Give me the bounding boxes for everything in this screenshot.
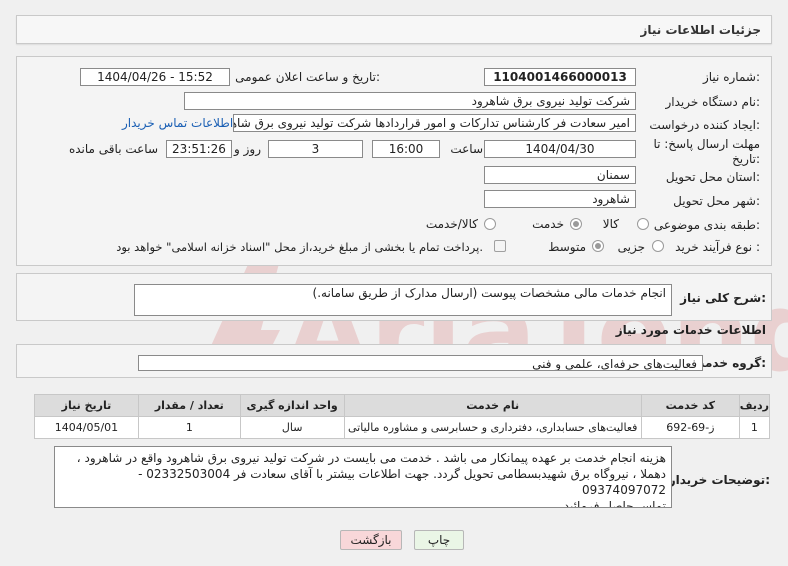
radio-medium[interactable] [592, 240, 604, 252]
col-qty: تعداد / مقدار [137, 394, 241, 417]
treasury-checkbox[interactable] [494, 240, 506, 252]
services-table: ردیف کد خدمت نام خدمت واحد اندازه گیری ت… [34, 394, 771, 439]
purchase-type-label: نوع فرآیند خرید : [675, 240, 760, 254]
deadline-time-label: ساعت [450, 142, 483, 156]
buyer-org-label: نام دستگاه خریدار: [665, 95, 761, 109]
radio-goods-service[interactable] [484, 218, 496, 230]
radio-goods-service-label: کالا/خدمت [425, 217, 478, 231]
back-button[interactable]: بازگشت [340, 530, 402, 550]
treasury-note: پرداخت تمام یا بخشی از مبلغ خرید،از محل … [116, 240, 483, 254]
page-title: جزئیات اطلاعات نیاز [640, 23, 761, 37]
col-name: نام خدمت [343, 394, 642, 417]
deadline-label: مهلت ارسال پاسخ: تا تاریخ: [653, 137, 760, 166]
cell-unit: سال [239, 416, 345, 439]
buyer-notes-field: هزینه انجام خدمت بر عهده پیمانکار می باش… [54, 446, 672, 508]
buyer-notes-line: تماس حاصل فرمائید. [559, 499, 666, 508]
description-field: انجام خدمات مالی مشخصات پیوست (ارسال مدا… [134, 284, 672, 316]
service-group-label: گروه خدمت: [692, 356, 766, 370]
print-button[interactable]: چاپ [414, 530, 464, 550]
cell-qty: 1 [137, 416, 241, 439]
city-label: شهر محل تحویل: [673, 194, 760, 208]
cell-name: فعالیت‌های حسابداری، دفترداری و حسابرسی … [343, 416, 642, 439]
radio-minor[interactable] [652, 240, 664, 252]
radio-medium-label: متوسط [548, 240, 586, 254]
requester-field: امیر سعادت فر کارشناس تدارکات و امور قرا… [233, 114, 636, 132]
col-code: کد خدمت [640, 394, 740, 417]
province-field: سمنان [484, 166, 636, 184]
remaining-time-field: 23:51:26 [166, 140, 232, 158]
table-row: 1 ز-69-692 فعالیت‌های حسابداری، دفترداری… [34, 416, 771, 439]
days-field: 3 [268, 140, 363, 158]
radio-goods[interactable] [637, 218, 649, 230]
service-group-field: فعالیت‌های حرفه‌ای، علمی و فنی [138, 355, 703, 371]
need-number-field: 1104001466000013 [484, 68, 636, 86]
buyer-notes-line: هزینه انجام خدمت بر عهده پیمانکار می باش… [76, 451, 666, 465]
province-label: استان محل تحویل: [665, 170, 760, 184]
buyer-contact-link[interactable]: اطلاعات تماس خریدار [122, 116, 233, 130]
buyer-org-field: شرکت تولید نیروی برق شاهرود [184, 92, 636, 110]
category-label: طبقه بندی موضوعی: [653, 218, 760, 232]
announce-date-label: تاریخ و ساعت اعلان عمومی: [235, 70, 380, 84]
radio-goods-label: کالا [602, 217, 619, 231]
requester-label: ایجاد کننده درخواست: [649, 118, 760, 132]
city-field: شاهرود [484, 190, 636, 208]
buyer-notes-line: دهملا ، نیروگاه برق شهیدبسطامی تحویل گرد… [138, 467, 666, 497]
col-date: تاریخ نیاز [34, 394, 139, 417]
remaining-label: ساعت باقی مانده [68, 142, 158, 156]
days-label: روز و [234, 142, 261, 156]
col-unit: واحد اندازه گیری [239, 394, 345, 417]
col-row: ردیف [738, 394, 771, 417]
announce-date-field: 1404/04/26 - 15:52 [80, 68, 230, 86]
radio-service-label: خدمت [532, 217, 564, 231]
cell-row: 1 [738, 416, 771, 439]
radio-minor-label: جزیی [617, 240, 645, 254]
radio-service[interactable] [570, 218, 582, 230]
services-info-title: اطلاعات خدمات مورد نیاز [615, 323, 766, 337]
table-header-row: ردیف کد خدمت نام خدمت واحد اندازه گیری ت… [34, 394, 771, 417]
cell-date: 1404/05/01 [34, 416, 139, 439]
deadline-date-field: 1404/04/30 [484, 140, 636, 158]
page-header: جزئیات اطلاعات نیاز [16, 15, 772, 44]
cell-code: ز-69-692 [640, 416, 740, 439]
buyer-notes-label: توضیحات خریدار: [668, 473, 770, 487]
need-number-label: شماره نیاز: [702, 70, 760, 84]
description-label: شرح کلی نیاز: [680, 291, 766, 305]
deadline-time-field: 16:00 [372, 140, 440, 158]
